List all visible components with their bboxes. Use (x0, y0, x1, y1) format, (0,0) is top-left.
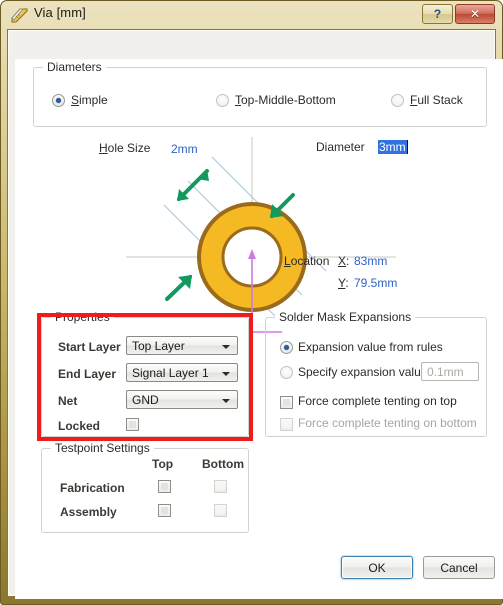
chevron-down-icon (222, 345, 230, 349)
testpoint-assembly-label: Assembly (60, 505, 117, 519)
solder-mask-group-title: Solder Mask Expansions (275, 310, 416, 324)
testpoint-group: Testpoint Settings Top Bottom Fabricatio… (41, 441, 249, 533)
chevron-down-icon (222, 399, 230, 403)
dialog-frame: Diameters Simple Top-Middle-Bottom Full … (7, 29, 503, 599)
via-ruler-icon (11, 7, 28, 23)
diameters-group: Diameters Simple Top-Middle-Bottom Full … (33, 60, 487, 127)
location-label: Location (284, 254, 330, 268)
radio-specify-expansion[interactable] (280, 366, 293, 379)
properties-group: Properties Start Layer Top Layer End Lay… (41, 310, 249, 437)
location-x-value: 83mm (354, 254, 388, 268)
radio-simple-label: Simple (71, 93, 108, 107)
hole-size-value: 2mm (171, 142, 198, 156)
diameter-input[interactable]: 3mm (378, 140, 408, 154)
via-preview-canvas: Hole Size 2mm Diameter 3mm Location X: 8… (16, 137, 502, 335)
start-layer-label: Start Layer (58, 340, 121, 354)
radio-simple[interactable] (52, 94, 65, 107)
testpoint-group-title: Testpoint Settings (51, 441, 154, 455)
radio-full-stack-label: Full Stack (410, 93, 463, 107)
help-button[interactable]: ? (422, 4, 453, 24)
radio-expansion-from-rules[interactable] (280, 341, 293, 354)
diameters-group-title: Diameters (43, 60, 106, 74)
location-y-label: Y: (338, 276, 349, 290)
radio-full-stack[interactable] (391, 94, 404, 107)
locked-label: Locked (58, 419, 101, 433)
diameter-label: Diameter (316, 140, 365, 154)
start-layer-value: Top Layer (132, 339, 185, 353)
radio-expansion-from-rules-label: Expansion value from rules (298, 340, 443, 354)
force-tenting-bottom-checkbox (280, 418, 293, 431)
close-button[interactable]: ✕ (455, 4, 495, 24)
via-dialog-window: Via [mm] ? ✕ Diameters Simple Top-Middle… (0, 0, 503, 605)
testpoint-col-top: Top (152, 457, 174, 471)
end-layer-label: End Layer (58, 367, 117, 381)
via-preview-svg (126, 137, 396, 335)
testpoint-fabrication-label: Fabrication (60, 481, 125, 495)
net-value: GND (132, 393, 159, 407)
end-layer-value: Signal Layer 1 (132, 366, 209, 380)
ok-button[interactable]: OK (341, 556, 413, 579)
expansion-value-input[interactable]: 0.1mm (421, 362, 479, 381)
force-tenting-top-label: Force complete tenting on top (298, 394, 457, 408)
assembly-bottom-checkbox (214, 504, 227, 517)
testpoint-col-bottom: Bottom (202, 457, 244, 471)
assembly-top-checkbox[interactable] (158, 504, 171, 517)
window-title: Via [mm] (34, 5, 86, 20)
expansion-value-placeholder: 0.1mm (427, 365, 464, 379)
fabrication-bottom-checkbox (214, 480, 227, 493)
end-layer-combo[interactable]: Signal Layer 1 (126, 363, 238, 382)
location-y-value: 79.5mm (354, 276, 398, 290)
dialog-content: Diameters Simple Top-Middle-Bottom Full … (15, 59, 503, 599)
locked-checkbox[interactable] (126, 418, 139, 431)
force-tenting-bottom-label: Force complete tenting on bottom (298, 416, 477, 430)
start-layer-combo[interactable]: Top Layer (126, 336, 238, 355)
net-label: Net (58, 394, 78, 408)
radio-specify-expansion-label: Specify expansion value (298, 365, 428, 379)
solder-mask-group: Solder Mask Expansions Expansion value f… (265, 310, 487, 437)
properties-group-title: Properties (51, 310, 114, 324)
net-combo[interactable]: GND (126, 390, 238, 409)
location-x-label: X: (338, 254, 350, 268)
chevron-down-icon (222, 372, 230, 376)
force-tenting-top-checkbox[interactable] (280, 396, 293, 409)
radio-top-middle-bottom[interactable] (216, 94, 229, 107)
hole-size-label: Hole Size (99, 141, 151, 155)
fabrication-top-checkbox[interactable] (158, 480, 171, 493)
title-bar: Via [mm] ? ✕ (1, 1, 503, 29)
cancel-button[interactable]: Cancel (423, 556, 495, 579)
radio-top-middle-bottom-label: Top-Middle-Bottom (235, 93, 336, 107)
